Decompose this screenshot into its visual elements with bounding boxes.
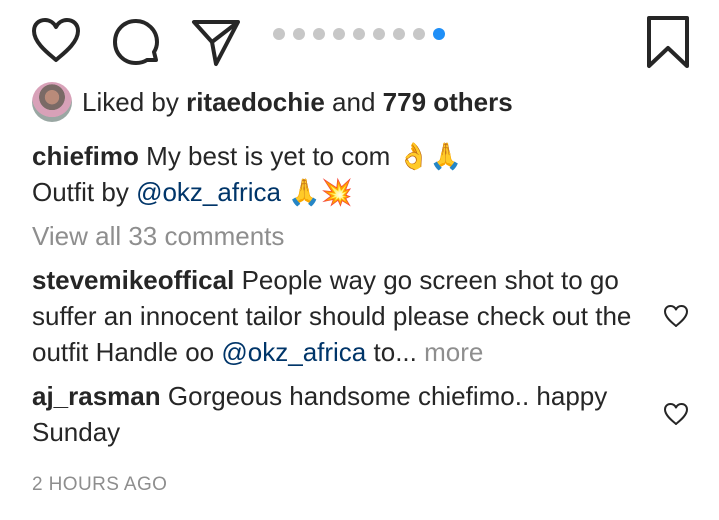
caption-emoji-suffix: 🙏💥 xyxy=(288,177,353,207)
carousel-dot xyxy=(273,28,285,40)
comment-body: aj_rasman Gorgeous handsome chiefimo.. h… xyxy=(32,378,657,450)
carousel-dot xyxy=(293,28,305,40)
comment-like-heart-icon[interactable] xyxy=(663,304,689,328)
comment-item: stevemikeoffical People way go screen sh… xyxy=(32,262,657,370)
comment-mention-link[interactable]: @okz_africa xyxy=(221,337,366,367)
post-action-bar xyxy=(0,0,719,84)
comment-like-heart-icon[interactable] xyxy=(663,402,689,426)
carousel-dot xyxy=(333,28,345,40)
like-heart-icon[interactable] xyxy=(30,16,82,64)
post-timestamp: 2 HOURS AGO xyxy=(32,474,168,495)
carousel-dot xyxy=(313,28,325,40)
caption-outfit-prefix: Outfit by xyxy=(32,177,129,207)
carousel-dot xyxy=(373,28,385,40)
comment-bubble-icon[interactable] xyxy=(110,16,162,68)
liker-username-link[interactable]: ritaedochie xyxy=(186,87,325,118)
liked-by-conjunction: and xyxy=(332,86,376,117)
view-all-comments-link[interactable]: View all 33 comments xyxy=(32,218,284,254)
caption-username[interactable]: chiefimo xyxy=(32,141,139,171)
carousel-dot-active xyxy=(433,28,445,40)
carousel-indicator xyxy=(273,28,445,40)
likes-summary: Liked by ritaedochie and 779 others xyxy=(32,82,513,122)
liker-avatar[interactable] xyxy=(32,82,72,122)
comment-username[interactable]: aj_rasman xyxy=(32,381,161,411)
others-likes-link[interactable]: 779 others xyxy=(383,87,513,118)
caption-text: My best is yet to com 👌🙏 xyxy=(146,141,463,171)
comment-more-link[interactable]: more xyxy=(424,337,483,367)
caption-line-1: chiefimo My best is yet to com 👌🙏 xyxy=(32,138,652,174)
caption-mention-link[interactable]: @okz_africa xyxy=(136,177,281,207)
comment-body: stevemikeoffical People way go screen sh… xyxy=(32,262,657,370)
comment-item: aj_rasman Gorgeous handsome chiefimo.. h… xyxy=(32,378,657,450)
carousel-dot xyxy=(413,28,425,40)
bookmark-save-icon[interactable] xyxy=(644,14,692,70)
comment-tail: to... xyxy=(373,337,417,367)
carousel-dot xyxy=(353,28,365,40)
liked-by-prefix: Liked by xyxy=(82,86,179,117)
share-paper-plane-icon[interactable] xyxy=(190,16,242,68)
comment-username[interactable]: stevemikeoffical xyxy=(32,265,234,295)
carousel-dot xyxy=(393,28,405,40)
caption-line-2: Outfit by @okz_africa 🙏💥 xyxy=(32,174,652,210)
post-caption: chiefimo My best is yet to com 👌🙏 Outfit… xyxy=(32,138,652,210)
